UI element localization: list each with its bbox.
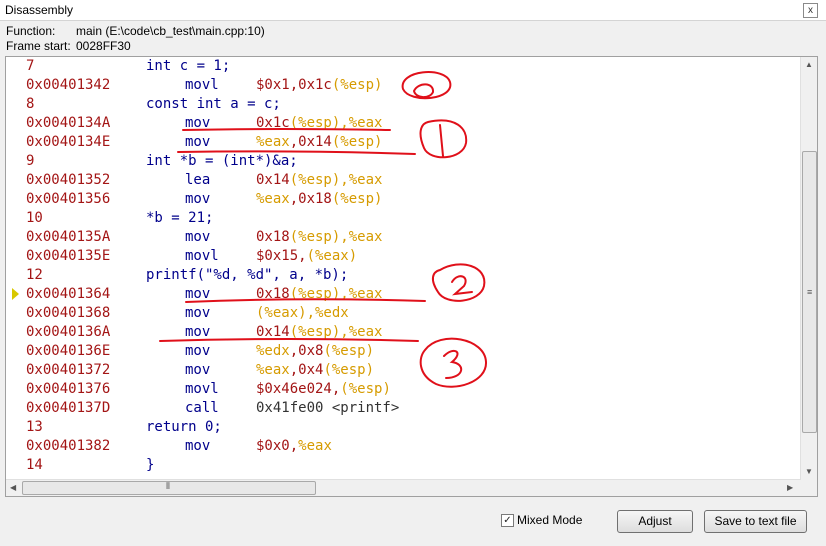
instruction-mnemonic: mov [185, 286, 211, 302]
mixed-mode-label: Mixed Mode [517, 513, 583, 527]
close-icon[interactable]: x [803, 3, 818, 18]
instruction-address: 0x00401372 [26, 362, 111, 378]
mixed-mode-checkbox[interactable]: ✓ [501, 514, 514, 527]
instruction-mnemonic: mov [185, 229, 211, 245]
scroll-left-icon[interactable]: ◀ [10, 483, 16, 492]
instruction-mnemonic: call [185, 400, 219, 416]
code-listing[interactable]: 7 int c = 1; 0x00401342 movl $0x1,0x1c(%esp)… [26, 57, 801, 480]
instruction-address: 0x0040135E [26, 248, 111, 264]
instruction-address: 0x0040136E [26, 343, 111, 359]
instruction-operands: $0x1,0x1c(%esp) [256, 77, 383, 93]
instruction-operands: 0x14(%esp),%eax [256, 324, 383, 340]
instruction-operands: $0x15,(%eax) [256, 248, 358, 264]
instruction-operands: 0x18(%esp),%eax [256, 229, 383, 245]
source-line-number: 12 [26, 267, 43, 283]
adjust-button[interactable]: Adjust [617, 510, 693, 533]
vertical-scroll-thumb[interactable]: ≡ [802, 151, 817, 433]
instruction-address: 0x0040134A [26, 115, 111, 131]
instruction-mnemonic: movl [185, 248, 219, 264]
grip-icon: ⦀ [166, 481, 170, 491]
instruction-address: 0x00401364 [26, 286, 111, 302]
current-instruction-marker-icon [12, 288, 19, 300]
source-text: *b = 21; [146, 210, 214, 226]
instruction-mnemonic: lea [185, 172, 211, 188]
source-line-number: 9 [26, 153, 35, 169]
scroll-down-icon[interactable]: ▼ [805, 467, 813, 476]
scroll-right-icon[interactable]: ▶ [787, 483, 793, 492]
instruction-address: 0x0040137D [26, 400, 111, 416]
source-text: return 0; [146, 419, 222, 435]
source-text: int *b = (int*)&a; [146, 153, 298, 169]
instruction-operands: $0x0,%eax [256, 438, 332, 454]
disassembly-view[interactable]: 7 int c = 1; 0x00401342 movl $0x1,0x1c(%esp)… [5, 56, 818, 497]
function-info: Function: main (E:\code\cb_test\main.cpp… [6, 24, 265, 38]
gutter [6, 57, 21, 480]
function-label: Function: [6, 24, 56, 38]
horizontal-scroll-thumb[interactable]: ⦀ [22, 481, 316, 495]
source-line-number: 8 [26, 96, 35, 112]
instruction-operands: 0x1c(%esp),%eax [256, 115, 383, 131]
instruction-operands: %eax,0x4(%esp) [256, 362, 375, 378]
scroll-corner [801, 480, 817, 496]
instruction-mnemonic: movl [185, 381, 219, 397]
instruction-operands: %edx,0x8(%esp) [256, 343, 375, 359]
source-line-number: 10 [26, 210, 43, 226]
instruction-operands: 0x41fe00 <printf> [256, 400, 400, 416]
window-title: Disassembly [5, 3, 74, 17]
instruction-operands: 0x18(%esp),%eax [256, 286, 383, 302]
source-text: int c = 1; [146, 58, 231, 74]
instruction-address: 0x00401376 [26, 381, 111, 397]
instruction-address: 0x00401352 [26, 172, 111, 188]
frame-label: Frame start: [6, 39, 71, 53]
horizontal-scrollbar[interactable]: ◀ ⦀ ▶ [6, 479, 801, 496]
instruction-mnemonic: mov [185, 115, 211, 131]
instruction-mnemonic: mov [185, 305, 211, 321]
source-line-number: 7 [26, 58, 35, 74]
instruction-operands: %eax,0x14(%esp) [256, 134, 383, 150]
frame-info: Frame start: 0028FF30 [6, 39, 131, 53]
save-to-text-file-button[interactable]: Save to text file [704, 510, 807, 533]
instruction-mnemonic: mov [185, 324, 211, 340]
source-line-number: 14 [26, 457, 43, 473]
instruction-address: 0x00401356 [26, 191, 111, 207]
vertical-scrollbar[interactable]: ▲ ≡ ▼ [800, 57, 817, 480]
instruction-mnemonic: movl [185, 77, 219, 93]
function-value: main (E:\code\cb_test\main.cpp:10) [76, 24, 265, 38]
instruction-address: 0x00401342 [26, 77, 111, 93]
instruction-operands: 0x14(%esp),%eax [256, 172, 383, 188]
scroll-up-icon[interactable]: ▲ [805, 60, 813, 69]
instruction-mnemonic: mov [185, 362, 211, 378]
instruction-mnemonic: mov [185, 438, 211, 454]
instruction-address: 0x00401368 [26, 305, 111, 321]
instruction-address: 0x0040136A [26, 324, 111, 340]
instruction-address: 0x00401382 [26, 438, 111, 454]
instruction-operands: $0x46e024,(%esp) [256, 381, 391, 397]
source-text: printf("%d, %d", a, *b); [146, 267, 349, 283]
grip-icon: ≡ [807, 287, 813, 297]
source-line-number: 13 [26, 419, 43, 435]
instruction-address: 0x0040134E [26, 134, 111, 150]
instruction-mnemonic: mov [185, 191, 211, 207]
source-text: const int a = c; [146, 96, 281, 112]
instruction-operands: (%eax),%edx [256, 305, 349, 321]
instruction-operands: %eax,0x18(%esp) [256, 191, 383, 207]
title-bar: Disassembly x [0, 0, 826, 21]
instruction-address: 0x0040135A [26, 229, 111, 245]
instruction-mnemonic: mov [185, 134, 211, 150]
source-text: } [146, 457, 155, 473]
instruction-mnemonic: mov [185, 343, 211, 359]
frame-value: 0028FF30 [76, 39, 131, 53]
